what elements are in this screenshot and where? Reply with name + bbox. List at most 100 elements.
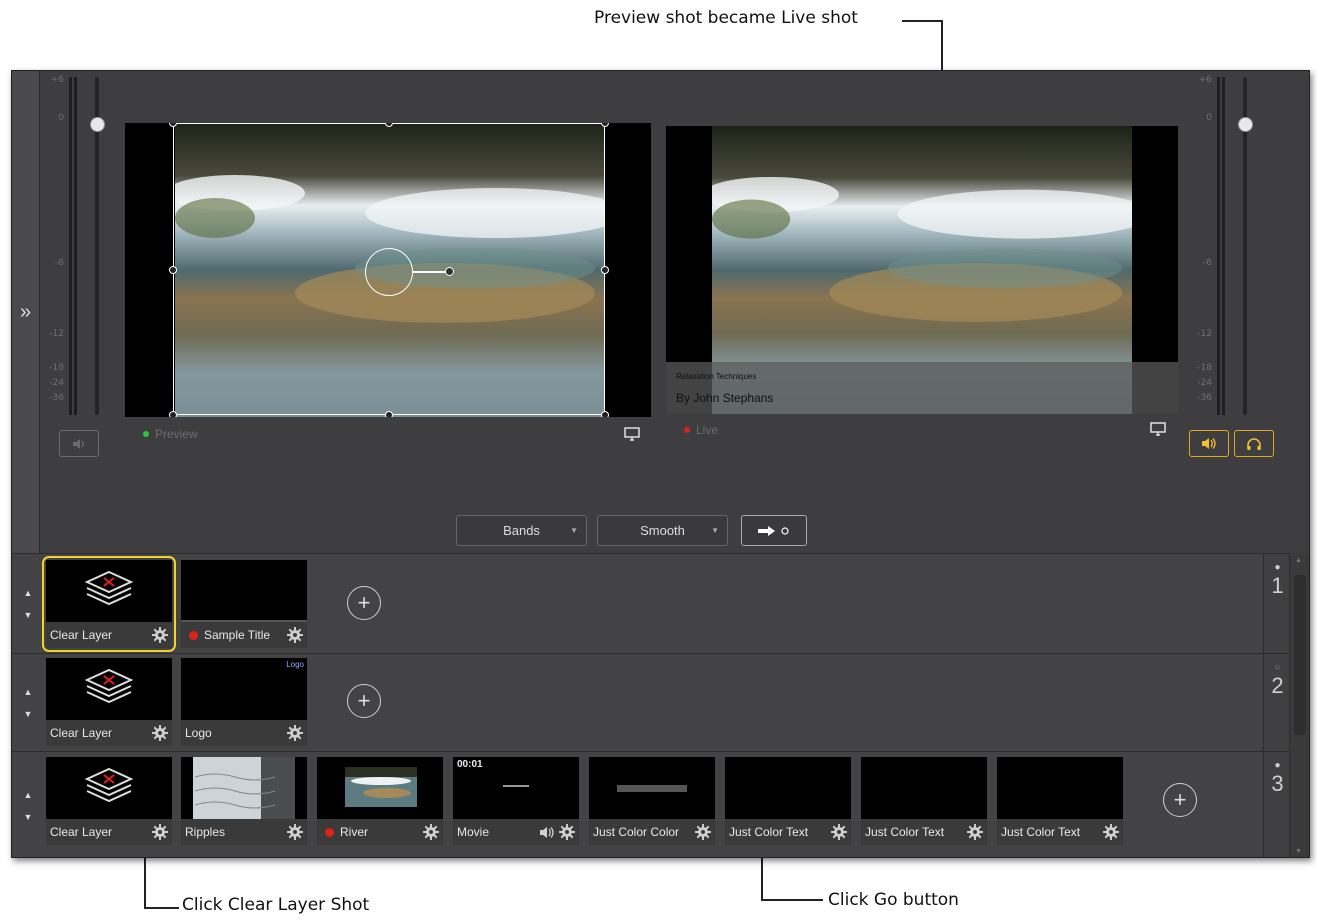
gear-icon[interactable] — [152, 725, 168, 741]
lower-third-title: Relaxation Techniques — [676, 372, 757, 381]
speaker-icon[interactable] — [539, 826, 555, 839]
clear-layer-shot[interactable]: Clear Layer — [42, 556, 176, 652]
callout-clear-layer: Click Clear Layer Shot — [182, 895, 370, 915]
meter-tick-label: -12 — [1197, 329, 1212, 339]
resize-handle[interactable] — [601, 266, 609, 274]
sidebar-toggle-button[interactable]: » — [12, 71, 40, 553]
layer-row-1: ▲ ▼ Clear Layer Sample Title + ● 1 — [12, 553, 1309, 653]
gear-icon[interactable] — [287, 824, 303, 840]
resize-handle[interactable] — [169, 266, 177, 274]
layer-reorder-arrows[interactable]: ▲ ▼ — [12, 752, 44, 857]
preview-indicator-dot — [143, 431, 149, 437]
preview-mute-button[interactable] — [59, 430, 99, 457]
rotation-handle[interactable] — [445, 267, 454, 276]
gear-icon[interactable] — [152, 824, 168, 840]
arrow-up-icon[interactable]: ▲ — [24, 790, 33, 800]
layer-row-2: ▲ ▼ Clear Layer Logo Logo + ○ 2 — [12, 653, 1309, 751]
transition-type-dropdown[interactable]: Bands ▼ — [456, 515, 587, 546]
scrollbar-thumb[interactable] — [1294, 575, 1306, 735]
shot-label: Movie — [457, 825, 490, 839]
vertical-scrollbar[interactable]: ▲ ▼ — [1289, 553, 1309, 857]
arrow-right-icon — [758, 525, 789, 536]
shot-label: Just Color Text — [729, 825, 809, 839]
gear-icon[interactable] — [423, 824, 439, 840]
layer-number-1[interactable]: ● 1 — [1263, 554, 1291, 653]
live-speaker-button[interactable] — [1189, 430, 1229, 457]
live-monitor: Relaxation Techniques By John Stephans — [666, 126, 1178, 414]
movie-shot[interactable]: 00:01 Movie — [453, 757, 579, 845]
headphones-button[interactable] — [1234, 430, 1274, 457]
preview-monitor[interactable] — [125, 123, 651, 417]
layers-icon — [84, 570, 134, 606]
monitor-area: » +6 0 -6 -12 -18 -24 -36 Preview Relaxa… — [12, 71, 1309, 553]
shot-label: Ripples — [185, 825, 226, 839]
sample-title-shot[interactable]: Sample Title — [181, 560, 307, 648]
gear-icon[interactable] — [831, 824, 847, 840]
gear-icon[interactable] — [1103, 824, 1119, 840]
shot-thumbnail — [46, 658, 172, 720]
meter-tick-label: +6 — [1198, 75, 1212, 85]
shot-label: Just Color Color — [593, 825, 680, 839]
river-shot[interactable]: River — [317, 757, 443, 845]
monitor-icon[interactable] — [1150, 422, 1166, 436]
live-indicator-dot — [325, 827, 334, 837]
gear-icon[interactable] — [287, 627, 303, 643]
layer-active-indicator: ● — [1274, 562, 1281, 573]
layer-number-label: 2 — [1271, 673, 1284, 698]
clear-layer-shot[interactable]: Clear Layer — [46, 757, 172, 845]
shot-thumbnail — [181, 560, 307, 622]
shot-label: River — [340, 825, 369, 839]
resize-handle[interactable] — [169, 411, 177, 417]
transition-easing-dropdown[interactable]: Smooth ▼ — [597, 515, 728, 546]
transition-type-value: Bands — [503, 523, 540, 538]
meter-tick-label: 0 — [1206, 113, 1212, 123]
go-button[interactable] — [741, 515, 807, 546]
shot-thumbnail — [181, 757, 307, 819]
arrow-down-icon[interactable]: ▼ — [24, 610, 33, 620]
just-color-text-shot[interactable]: Just Color Text — [997, 757, 1123, 845]
callout-go-button: Click Go button — [828, 890, 959, 910]
just-color-text-shot[interactable]: Just Color Text — [725, 757, 851, 845]
meter-tick-label: -18 — [1197, 363, 1212, 373]
movie-timecode: 00:01 — [457, 759, 483, 770]
meter-tick-label: -12 — [49, 329, 64, 339]
preview-position-handle[interactable] — [365, 248, 413, 296]
meter-tick-label: -24 — [1197, 378, 1212, 388]
arrow-down-icon[interactable]: ▼ — [24, 812, 33, 822]
arrow-up-icon[interactable]: ▲ — [24, 687, 33, 697]
shot-thumbnail: Logo — [181, 658, 307, 720]
shot-label: Just Color Text — [1001, 825, 1081, 839]
add-shot-button[interactable]: + — [1163, 783, 1197, 817]
monitor-icon[interactable] — [624, 427, 640, 441]
lower-third: Relaxation Techniques By John Stephans — [666, 362, 1178, 414]
clear-layer-shot[interactable]: Clear Layer — [46, 658, 172, 746]
arrow-down-icon[interactable]: ▼ — [24, 709, 33, 719]
add-shot-button[interactable]: + — [347, 586, 381, 620]
shot-thumbnail — [997, 757, 1123, 819]
add-shot-button[interactable]: + — [347, 684, 381, 718]
gear-icon[interactable] — [967, 824, 983, 840]
shot-thumbnail — [725, 757, 851, 819]
just-color-text-shot[interactable]: Just Color Text — [861, 757, 987, 845]
ripples-shot[interactable]: Ripples — [181, 757, 307, 845]
layer-reorder-arrows[interactable]: ▲ ▼ — [12, 654, 44, 751]
preview-status: Preview — [143, 427, 198, 441]
lower-third-name: By John Stephans — [676, 391, 774, 405]
just-color-color-shot[interactable]: Just Color Color — [589, 757, 715, 845]
layer-number-2[interactable]: ○ 2 — [1263, 654, 1291, 751]
resize-handle[interactable] — [601, 411, 609, 417]
resize-handle[interactable] — [601, 123, 609, 127]
gear-icon[interactable] — [695, 824, 711, 840]
preview-volume-slider[interactable] — [90, 117, 105, 132]
gear-icon[interactable] — [152, 627, 168, 643]
gear-icon[interactable] — [559, 824, 575, 840]
live-status: Live — [684, 423, 718, 437]
layer-reorder-arrows[interactable]: ▲ ▼ — [12, 554, 44, 653]
live-volume-slider[interactable] — [1238, 117, 1253, 132]
layer-number-3[interactable]: ● 3 — [1263, 752, 1291, 857]
resize-handle[interactable] — [385, 411, 393, 417]
arrow-up-icon[interactable]: ▲ — [24, 588, 33, 598]
logo-shot[interactable]: Logo Logo — [181, 658, 307, 746]
gear-icon[interactable] — [287, 725, 303, 741]
river-thumb-image — [345, 767, 417, 807]
